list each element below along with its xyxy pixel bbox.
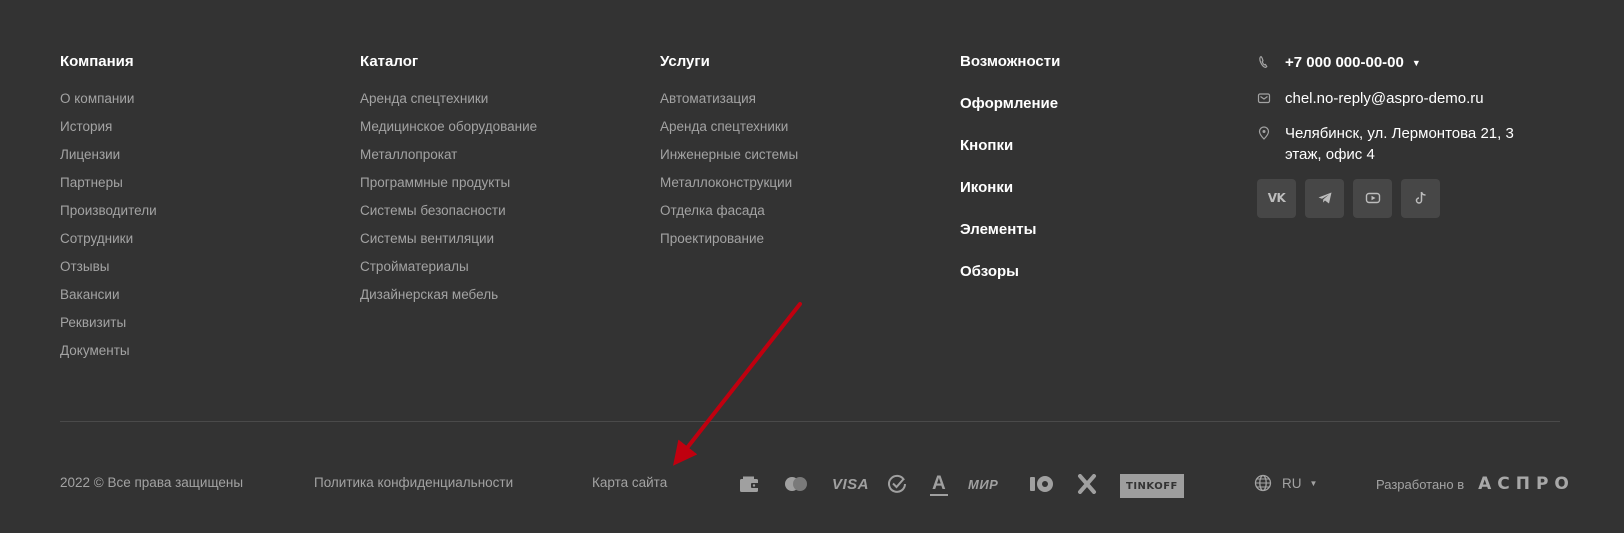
footer-link-vacancies[interactable]: Вакансии	[60, 286, 157, 304]
column-title-features[interactable]: Возможности	[960, 52, 1060, 72]
tinkoff-icon: TINKOFF	[1120, 474, 1184, 498]
footer-link-icons[interactable]: Иконки	[960, 178, 1060, 198]
footer-link-catalog-item[interactable]: Дизайнерская мебель	[360, 286, 537, 304]
phone-number[interactable]: +7 000 000-00-00	[1285, 54, 1404, 71]
copyright-text: 2022 © Все права защищены	[60, 475, 244, 490]
footer-divider	[60, 421, 1560, 422]
footer-link-service-item[interactable]: Проектирование	[660, 230, 798, 248]
address-line-2: этаж, офис 4	[1285, 145, 1375, 163]
footer-link-licenses[interactable]: Лицензии	[60, 146, 157, 164]
footer-link-service-item[interactable]: Инженерные системы	[660, 146, 798, 164]
chevron-down-icon[interactable]: ▼	[1412, 53, 1421, 74]
map-pin-icon	[1258, 125, 1270, 140]
footer-link-catalog-item[interactable]: Программные продукты	[360, 174, 537, 192]
footer-link-service-item[interactable]: Аренда спецтехники	[660, 118, 798, 136]
column-title-catalog[interactable]: Каталог	[360, 52, 537, 72]
footer-link-catalog-item[interactable]: Аренда спецтехники	[360, 90, 537, 108]
language-label[interactable]: RU	[1282, 476, 1302, 491]
youtube-icon[interactable]	[1353, 178, 1392, 218]
footer-link-manufacturers[interactable]: Производители	[60, 202, 157, 220]
footer-column-company: Компания О компании История Лицензии Пар…	[60, 52, 157, 370]
address-line-1: Челябинск, ул. Лермонтова 21, 3	[1285, 124, 1514, 142]
tiktok-icon[interactable]	[1401, 178, 1440, 218]
footer-contacts: +7 000 000-00-00 ▼ chel.no-reply@aspro-de…	[1257, 52, 1557, 218]
aspro-logo[interactable]: АСПРО	[1478, 474, 1575, 494]
footer-column-services: Услуги Автоматизация Аренда спецтехники …	[660, 52, 798, 258]
footer-link-partners[interactable]: Партнеры	[60, 174, 157, 192]
footer-link-catalog-item[interactable]: Стройматериалы	[360, 258, 537, 276]
column-title-company[interactable]: Компания	[60, 52, 157, 72]
footer-link-employees[interactable]: Сотрудники	[60, 230, 157, 248]
mir-icon: МИР	[968, 476, 999, 492]
footer-link-reviews[interactable]: Отзывы	[60, 258, 157, 276]
footer-link-buttons[interactable]: Кнопки	[960, 136, 1060, 156]
developed-by-text: Разработано в	[1376, 476, 1465, 492]
footer-column-catalog: Каталог Аренда спецтехники Медицинское о…	[360, 52, 537, 314]
privacy-policy-link[interactable]: Политика конфиденциальности	[314, 474, 513, 492]
footer-link-documents[interactable]: Документы	[60, 342, 157, 360]
footer-link-catalog-item[interactable]: Системы безопасности	[360, 202, 537, 220]
footer-link-catalog-item[interactable]: Металлопрокат	[360, 146, 537, 164]
footer-link-elements[interactable]: Элементы	[960, 220, 1060, 240]
sitemap-link[interactable]: Карта сайта	[592, 474, 667, 492]
sbp-check-icon	[886, 474, 908, 494]
footer-link-requisites[interactable]: Реквизиты	[60, 314, 157, 332]
visa-icon: VISA	[832, 475, 870, 493]
footer-column-features: Возможности Оформление Кнопки Иконки Эле…	[960, 52, 1060, 304]
footer-link-service-item[interactable]: Автоматизация	[660, 90, 798, 108]
yumoney-icon	[1028, 474, 1056, 494]
footer-link-service-item[interactable]: Отделка фасада	[660, 202, 798, 220]
telegram-icon[interactable]	[1305, 178, 1344, 218]
x-payment-icon	[1076, 474, 1098, 494]
footer-link-reviews-page[interactable]: Обзоры	[960, 262, 1060, 282]
address-row: Челябинск, ул. Лермонтова 21, 3 этаж, оф…	[1257, 123, 1557, 165]
globe-icon	[1254, 474, 1272, 492]
language-selector[interactable]: RU ▼	[1254, 474, 1317, 492]
email-link[interactable]: chel.no-reply@aspro-demo.ru	[1285, 90, 1484, 107]
footer-link-catalog-item[interactable]: Медицинское оборудование	[360, 118, 537, 136]
footer-link-catalog-item[interactable]: Системы вентиляции	[360, 230, 537, 248]
column-title-services[interactable]: Услуги	[660, 52, 798, 72]
footer-link-about[interactable]: О компании	[60, 90, 157, 108]
phone-row[interactable]: +7 000 000-00-00 ▼	[1257, 52, 1557, 74]
alfa-bank-icon: A	[930, 473, 948, 496]
chevron-down-icon[interactable]: ▼	[1310, 479, 1318, 488]
phone-icon	[1259, 55, 1268, 68]
footer-link-design[interactable]: Оформление	[960, 94, 1060, 114]
footer-link-history[interactable]: История	[60, 118, 157, 136]
mail-icon	[1257, 92, 1271, 103]
developer-credit: Разработано в АСПРО	[1376, 474, 1575, 494]
mastercard-icon	[782, 474, 810, 494]
email-row[interactable]: chel.no-reply@aspro-demo.ru	[1257, 88, 1557, 109]
footer-link-service-item[interactable]: Металлоконструкции	[660, 174, 798, 192]
wallet-payment-icon	[738, 474, 762, 494]
social-links: VK	[1257, 178, 1557, 218]
vk-icon[interactable]: VK	[1257, 178, 1296, 218]
